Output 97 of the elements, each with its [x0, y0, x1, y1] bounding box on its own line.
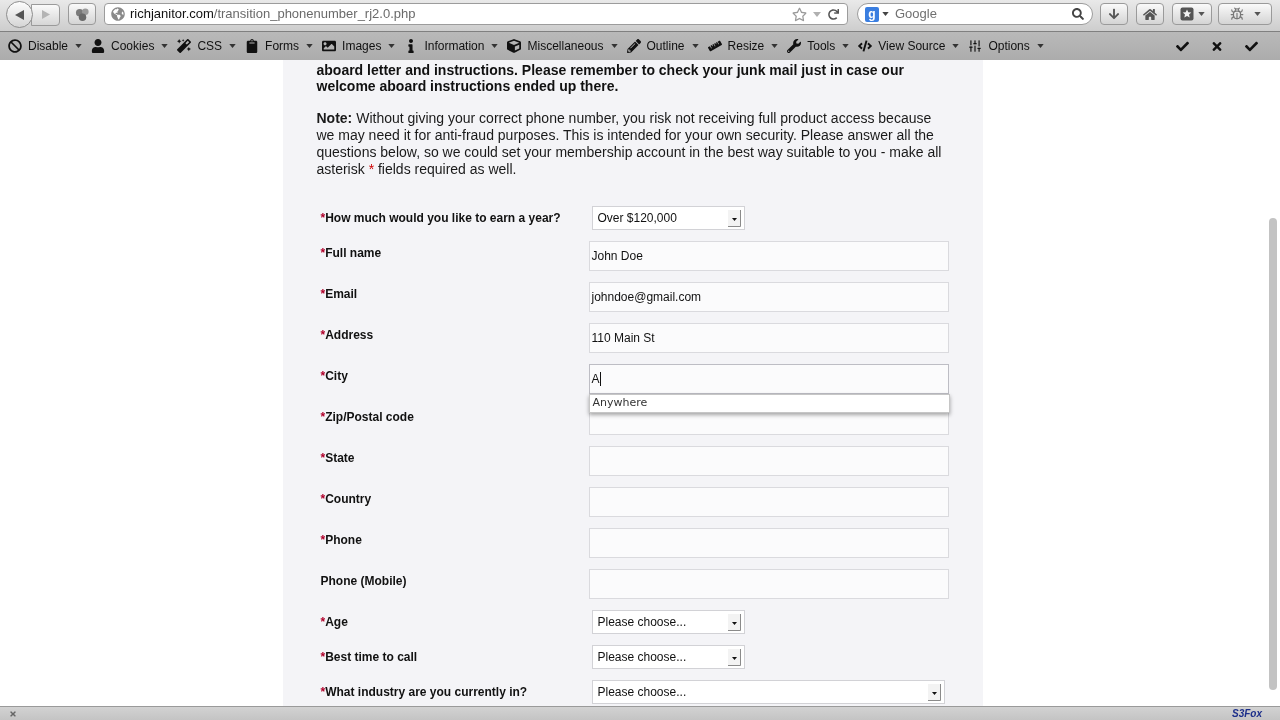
dropdown-arrow-icon[interactable]: [927, 683, 941, 701]
note-paragraph: Note: Without giving your correct phone number, you risk not receiving full product access because we may need it for anti-fraud purposes. This is intended for your own security. Please answer all the questions below, so we could set your membership account in the best way suitable to you - make all asterisk * fields required as well.: [316, 110, 943, 178]
caret-icon[interactable]: [952, 44, 960, 48]
ruler-icon: [707, 39, 722, 53]
caret-icon[interactable]: [691, 44, 699, 48]
caret-icon[interactable]: [491, 44, 499, 48]
field-label: *State: [320, 451, 355, 465]
dropdown-arrow-icon[interactable]: [727, 209, 741, 227]
toolbar-menu[interactable]: Resize: [707, 37, 779, 55]
search-engine-logo[interactable]: g: [865, 6, 879, 22]
text-cursor-icon: [599, 372, 601, 386]
text-input[interactable]: [588, 487, 949, 517]
caret-icon[interactable]: [388, 44, 396, 48]
field-label: *Best time to call: [320, 650, 418, 664]
text-input[interactable]: [588, 446, 949, 476]
code-icon: [858, 39, 873, 53]
toolbar-menu[interactable]: Forms: [245, 37, 314, 55]
field-label: *Address: [320, 328, 374, 342]
left-triangle-icon: [15, 9, 24, 20]
autocomplete-option[interactable]: Anywhere: [589, 395, 949, 412]
field-label: *Email: [320, 287, 358, 301]
ban-icon: [8, 39, 22, 53]
dropdown-select[interactable]: Please choose...: [591, 645, 745, 669]
toolbar-menu[interactable]: Options: [968, 37, 1044, 55]
home-button[interactable]: [1136, 3, 1164, 25]
check-icon[interactable]: [1176, 39, 1189, 53]
toolbar-menu[interactable]: View Source: [858, 37, 960, 55]
caret-icon[interactable]: [1197, 12, 1205, 16]
addon-button[interactable]: [68, 3, 96, 25]
toolbar-menu[interactable]: Miscellaneous: [507, 37, 618, 55]
bookmarks-button[interactable]: [1172, 3, 1212, 25]
search-field[interactable]: g Google: [857, 3, 1093, 25]
caret-icon[interactable]: [75, 44, 83, 48]
reload-icon[interactable]: [828, 8, 839, 20]
bug-icon: [1229, 7, 1244, 21]
dropdown-triangle-icon[interactable]: [882, 12, 889, 16]
clipboard-icon: [245, 39, 260, 53]
caret-icon[interactable]: [771, 44, 779, 48]
dropdown-select[interactable]: Over $120,000: [591, 206, 745, 230]
down-arrow-icon: [1108, 8, 1120, 20]
toolbar-menu[interactable]: Information: [404, 37, 499, 55]
toolbar-menu[interactable]: Disable: [8, 37, 83, 55]
pencil-icon: [626, 39, 641, 53]
field-label: *How much would you like to earn a year?: [320, 211, 561, 225]
field-label: *What industry are you currently in?: [320, 685, 528, 699]
caret-icon[interactable]: [306, 44, 314, 48]
star-box-icon: [1179, 7, 1194, 21]
home-icon: [1143, 7, 1157, 21]
scrollbar-thumb[interactable]: [1268, 218, 1277, 690]
sliders-icon: [968, 39, 983, 53]
download-button[interactable]: [1100, 3, 1128, 25]
dropdown-arrow-icon[interactable]: [727, 613, 741, 631]
toolbar-menu[interactable]: Images: [322, 37, 396, 55]
addon-logo[interactable]: S3Fox: [1232, 707, 1262, 720]
text-input[interactable]: [588, 569, 949, 599]
text-input[interactable]: John Doe: [588, 241, 949, 271]
wrench-icon: [787, 39, 802, 53]
field-label: *Phone: [320, 533, 362, 547]
text-input[interactable]: 110 Main St: [588, 323, 949, 353]
toolbar-menu[interactable]: Tools: [787, 37, 850, 55]
caret-icon[interactable]: [229, 44, 237, 48]
toolbar-menu[interactable]: CSS: [177, 37, 237, 55]
person-icon: [91, 39, 106, 53]
toolbar-menu[interactable]: Cookies: [91, 37, 169, 55]
search-icon[interactable]: [1072, 8, 1084, 20]
text-input[interactable]: [588, 528, 949, 558]
text-input[interactable]: johndoe@gmail.com: [588, 282, 949, 312]
field-label: *Age: [320, 615, 348, 629]
caret-icon[interactable]: [1036, 44, 1044, 48]
field-label: *City: [320, 369, 348, 383]
dropdown-select[interactable]: Please choose...: [591, 610, 745, 634]
star-icon[interactable]: [792, 6, 807, 22]
right-triangle-icon: [41, 10, 50, 19]
addon-menu-button[interactable]: [1218, 3, 1272, 25]
caret-icon[interactable]: [1253, 12, 1261, 16]
back-button[interactable]: [6, 1, 33, 28]
text-input[interactable]: A: [588, 364, 949, 394]
field-label: *Zip/Postal code: [320, 410, 414, 424]
dropdown-select[interactable]: Please choose...: [591, 680, 945, 704]
caret-icon[interactable]: [610, 44, 618, 48]
url-text: richjanitor.com/transition_phonenumber_rj2.0.php: [130, 5, 416, 24]
globe-icon: [111, 7, 125, 21]
cube-icon: [507, 39, 522, 53]
image-icon: [322, 39, 337, 53]
magic-wand-icon: [177, 39, 192, 53]
dropdown-arrow-icon[interactable]: [727, 648, 741, 666]
circles-icon: [74, 6, 90, 22]
caret-icon[interactable]: [161, 44, 169, 48]
intro-paragraph: aboard letter and instructions. Please remember to check your junk mail just in case our welcome aboard instructions ended up there.: [316, 62, 905, 94]
url-field[interactable]: richjanitor.com/transition_phonenumber_rj2.0.php: [104, 3, 848, 25]
field-label: *Full name: [320, 246, 382, 260]
check-icon[interactable]: [1245, 39, 1258, 53]
toolbar-menu[interactable]: Outline: [626, 37, 699, 55]
field-label: *Country: [320, 492, 372, 506]
caret-icon[interactable]: [842, 44, 850, 48]
close-icon[interactable]: [1211, 39, 1223, 53]
field-label: Phone (Mobile): [320, 574, 407, 588]
